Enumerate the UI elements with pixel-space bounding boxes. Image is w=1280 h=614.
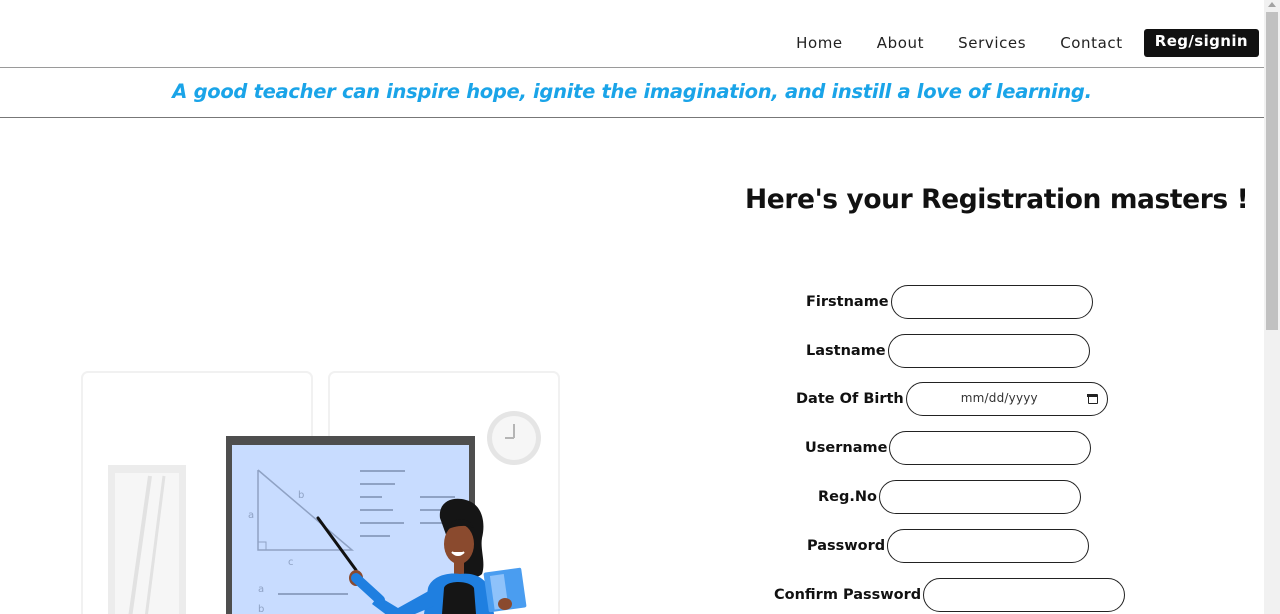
password-row: Password xyxy=(807,529,1090,563)
board-label-a2: a xyxy=(258,584,264,595)
nav-about-link[interactable]: About xyxy=(877,33,924,53)
nav-services-link[interactable]: Services xyxy=(958,33,1026,53)
firstname-row: Firstname xyxy=(806,285,1093,319)
dob-row: Date Of Birth mm/dd/yyyy xyxy=(796,382,1108,416)
password-label: Password xyxy=(807,538,886,554)
scroll-up-arrow-icon[interactable] xyxy=(1268,2,1276,7)
teacher-illustration-svg: a b c a b xyxy=(81,371,560,614)
nav-links: Home About Services Contact Reg/signin xyxy=(796,29,1259,57)
regno-row: Reg.No xyxy=(818,480,1081,514)
confirm-password-label: Confirm Password xyxy=(774,587,922,603)
username-row: Username xyxy=(805,431,1092,465)
board-label-b2: b xyxy=(258,604,264,614)
lastname-input[interactable] xyxy=(887,334,1090,368)
firstname-label: Firstname xyxy=(806,294,889,310)
firstname-input[interactable] xyxy=(890,285,1093,319)
lastname-row: Lastname xyxy=(806,334,1090,368)
teacher-quote: A good teacher can inspire hope, ignite … xyxy=(172,80,1092,103)
quote-banner: A good teacher can inspire hope, ignite … xyxy=(0,68,1264,118)
teacher-illustration: a b c a b xyxy=(0,118,700,614)
dob-label: Date Of Birth xyxy=(796,391,904,407)
registration-heading: Here's your Registration masters ! xyxy=(745,184,1249,215)
nav-home-link[interactable]: Home xyxy=(796,33,843,53)
confirm-password-input[interactable] xyxy=(923,578,1126,612)
board-label-b: b xyxy=(298,490,304,501)
username-input[interactable] xyxy=(889,431,1092,465)
calendar-icon[interactable] xyxy=(1087,393,1098,404)
password-input[interactable] xyxy=(887,529,1090,563)
clock-icon xyxy=(487,411,541,465)
board-label-a: a xyxy=(248,510,254,521)
regno-input[interactable] xyxy=(878,480,1081,514)
confirm-password-row: Confirm Password xyxy=(774,578,1126,612)
reg-signin-button[interactable]: Reg/signin xyxy=(1143,29,1259,57)
dob-input[interactable]: mm/dd/yyyy xyxy=(905,382,1108,416)
registration-page: Home About Services Contact Reg/signin A… xyxy=(0,0,1264,614)
username-label: Username xyxy=(805,440,888,456)
vertical-scrollbar[interactable] xyxy=(1264,0,1280,614)
board-label-c: c xyxy=(288,557,294,568)
lastname-label: Lastname xyxy=(806,343,886,359)
regno-label: Reg.No xyxy=(818,489,877,505)
dob-placeholder: mm/dd/yyyy xyxy=(960,391,1038,405)
scrollbar-thumb[interactable] xyxy=(1266,12,1278,330)
top-navbar: Home About Services Contact Reg/signin xyxy=(0,0,1264,68)
nav-contact-link[interactable]: Contact xyxy=(1060,33,1123,53)
